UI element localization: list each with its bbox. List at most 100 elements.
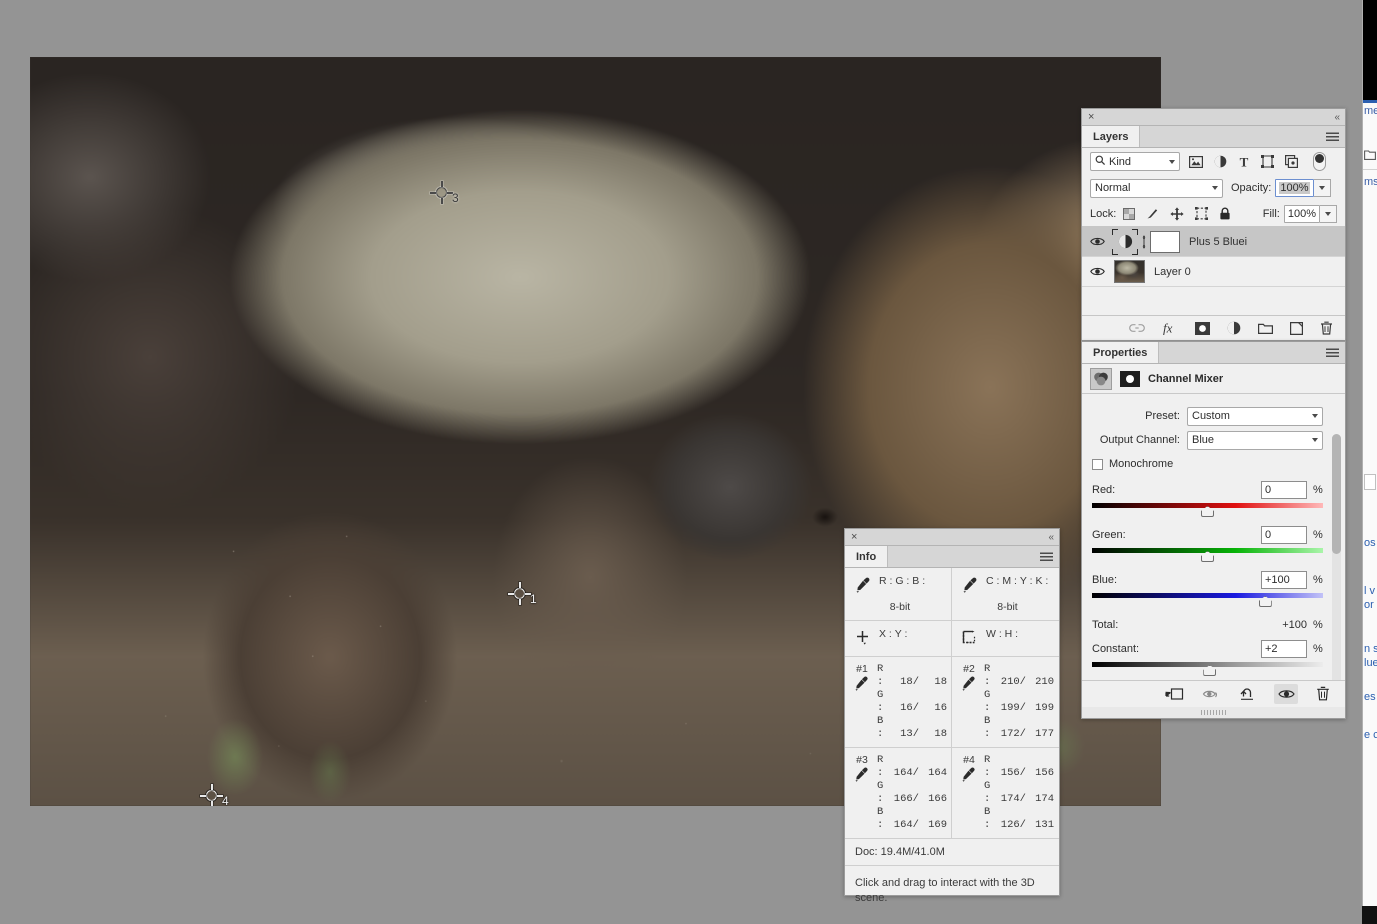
color-sampler-marker-4[interactable]: 4 [200,784,229,806]
sampler-1-id: #1 [856,663,868,675]
tab-properties[interactable]: Properties [1082,342,1160,363]
shape-layer-filter-icon[interactable] [1261,155,1274,168]
clip-to-layer-icon[interactable] [1163,684,1187,704]
properties-scrollbar[interactable] [1332,434,1341,702]
sampler-1-r-after: 18 [934,676,947,688]
new-layer-icon[interactable] [1290,321,1303,335]
lock-artboard-nesting-icon[interactable] [1195,207,1209,220]
panel-resize-grip[interactable] [1082,707,1345,718]
layer-style-fx-icon[interactable]: fx [1162,321,1178,335]
layer-filter-kind-select[interactable]: Kind [1090,152,1180,171]
folder-icon[interactable] [1363,147,1377,165]
sampler-4-id: #4 [963,754,975,766]
y-key: Y : [894,628,908,640]
color-sampler-1-cell: #1 R : 18/18 G : 16/16 B : 13/18 [845,657,952,748]
edge-link-fragment[interactable]: n s [1363,642,1377,656]
green-unit: % [1313,529,1323,541]
adjustment-layer-thumbnail[interactable] [1112,228,1138,255]
red-input[interactable]: 0 [1261,481,1307,499]
lock-transparent-pixels-icon[interactable] [1123,207,1136,220]
scrollbar-thumb[interactable] [1332,434,1341,554]
layer-mask-thumbnail[interactable] [1150,230,1180,253]
close-icon[interactable]: × [1088,111,1094,123]
view-previous-state-icon[interactable] [1200,684,1224,704]
monochrome-label: Monochrome [1109,458,1174,470]
red-slider[interactable] [1092,501,1323,519]
image-layer-thumbnail[interactable] [1114,260,1145,283]
edge-link-fragment[interactable]: os [1363,536,1377,550]
type-layer-filter-icon[interactable]: T [1238,155,1250,168]
link-layers-icon[interactable] [1129,323,1145,333]
filter-enable-toggle[interactable] [1313,152,1326,171]
green-slider[interactable] [1092,546,1323,564]
output-channel-select[interactable]: Blue [1187,430,1323,450]
lock-position-icon[interactable] [1170,206,1184,221]
toggle-layer-visibility-icon[interactable] [1274,683,1298,704]
mask-link-icon[interactable] [1138,234,1150,249]
reset-adjustment-icon[interactable] [1237,684,1261,704]
edge-link-fragment[interactable]: lue [1363,656,1377,670]
panel-menu-icon[interactable] [1326,348,1339,357]
tab-layers[interactable]: Layers [1082,126,1141,147]
blue-unit: % [1313,574,1323,586]
collapse-icon[interactable]: « [1048,532,1053,543]
sampler-2-b-label: B : [984,715,991,740]
color-sampler-3-cell: #3 R : 164/164 G : 166/166 B : 164/169 [845,748,952,839]
table-row[interactable]: Layer 0 [1082,257,1345,287]
delete-layer-icon[interactable] [1320,321,1333,335]
new-group-icon[interactable] [1258,322,1273,334]
collapse-icon[interactable]: « [1334,112,1339,123]
fill-label: Fill: [1262,207,1280,220]
position-readout-cell: X : Y : [845,621,952,657]
selection-corner-frame [1112,228,1138,255]
lock-all-icon[interactable] [1219,207,1231,220]
blend-mode-value: Normal [1095,182,1131,194]
opacity-input[interactable]: 100% [1275,179,1314,197]
green-input[interactable]: 0 [1261,526,1307,544]
constant-input[interactable]: +2 [1261,640,1307,658]
eyedropper-icon [959,676,979,691]
tab-info[interactable]: Info [845,546,889,567]
layer-visibility-toggle[interactable] [1082,236,1112,247]
table-row[interactable]: Plus 5 Bluei [1082,227,1345,257]
monochrome-checkbox[interactable] [1092,458,1103,470]
crosshair-icon [853,628,873,646]
constant-slider[interactable] [1092,660,1323,678]
blend-mode-select[interactable]: Normal [1090,178,1223,198]
document-size-readout: Doc: 19.4M/41.0M [845,839,1059,866]
sampler-2-id: #2 [963,663,975,675]
panel-menu-icon[interactable] [1326,132,1339,141]
rgb-bitdepth: 8-bit [889,601,911,613]
add-layer-mask-icon[interactable] [1195,321,1210,335]
layer-visibility-toggle[interactable] [1082,266,1112,277]
sampler-2-r-after: 210 [1035,676,1054,688]
pixel-layer-filter-icon[interactable] [1189,155,1203,168]
blue-input[interactable]: +100 [1261,571,1307,589]
cmyk-readout-cell: C : M : Y : K : 8-bit [952,568,1059,621]
sampler-number: 1 [530,592,537,606]
fill-input[interactable]: 100% [1283,204,1320,223]
panel-menu-icon[interactable] [1040,552,1053,561]
edge-link-fragment[interactable]: l v [1363,584,1377,598]
monochrome-row: Monochrome [1082,452,1345,474]
edge-link-fragment[interactable]: or [1363,598,1377,612]
opacity-stepper[interactable] [1313,179,1331,197]
smart-object-filter-icon[interactable] [1285,155,1298,168]
new-adjustment-layer-icon[interactable] [1227,321,1241,335]
sampler-4-g-before: 174/ [1000,793,1026,805]
color-sampler-marker-1[interactable]: 1 [508,582,537,606]
edge-input-field[interactable] [1364,474,1376,490]
blue-value: +100 [1265,574,1290,586]
color-sampler-marker-3[interactable]: 3 [430,181,459,205]
sampler-1-g-label: G : [877,689,884,714]
edge-link-fragment[interactable]: e c [1363,728,1377,742]
close-icon[interactable]: × [851,531,857,543]
preset-select[interactable]: Custom [1187,406,1323,426]
lock-image-pixels-icon[interactable] [1146,207,1159,220]
delete-adjustment-icon[interactable] [1311,684,1335,704]
fill-stepper[interactable] [1320,204,1337,223]
edge-link-fragment[interactable]: es [1363,690,1377,704]
background-window-sliver[interactable]: me ms os l v or n s lue es e c [1362,0,1377,924]
adjustment-layer-filter-icon[interactable] [1214,155,1227,168]
blue-slider[interactable] [1092,591,1323,609]
